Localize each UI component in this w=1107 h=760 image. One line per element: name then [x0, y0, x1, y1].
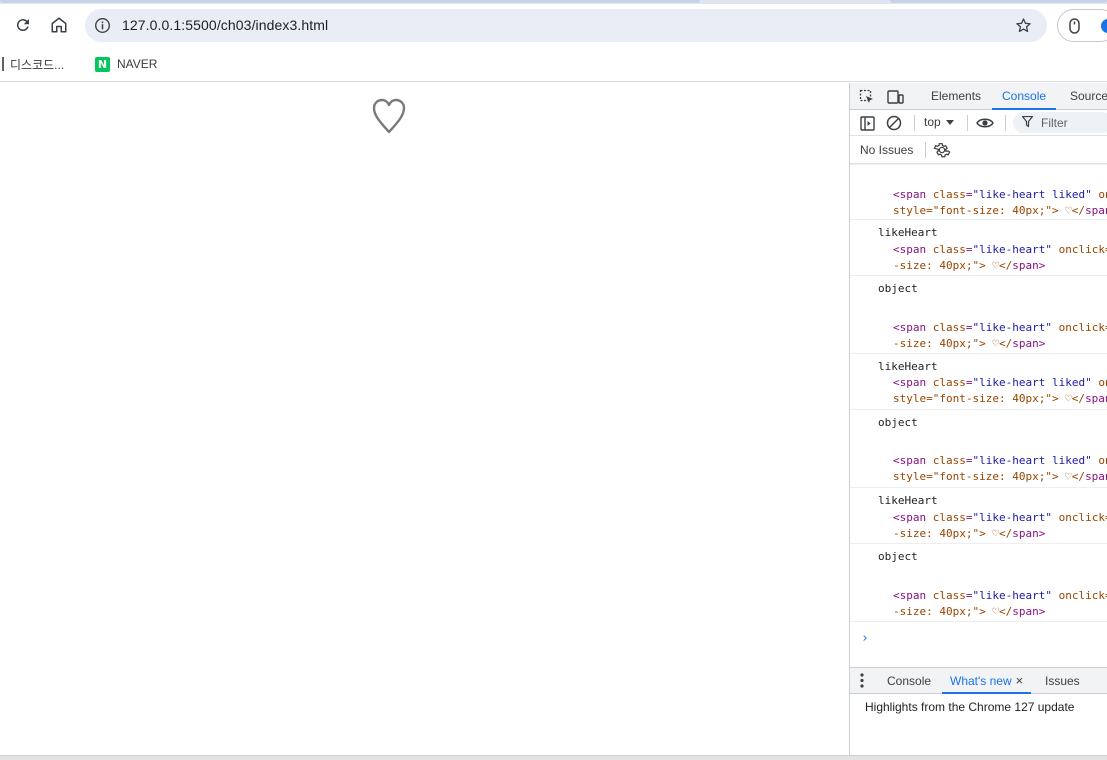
naver-logo-icon: N	[95, 56, 110, 72]
drawer-tabbar: Console What's new × Issues	[850, 667, 1107, 694]
console-entry[interactable]: <span class="like-heart liked" oncli sty…	[850, 164, 1107, 220]
element-preview-line[interactable]: <span class="like-heart" onclick="li	[893, 589, 1107, 602]
element-preview-line[interactable]: style="font-size: 40px;"> ♡</span>	[893, 204, 1107, 217]
log-message: likeHeart	[878, 494, 938, 507]
tab-console[interactable]: Console	[992, 83, 1057, 110]
toolbar-divider	[967, 115, 968, 131]
clear-console-icon[interactable]	[885, 114, 903, 132]
issues-bar: No Issues	[850, 136, 1107, 164]
console-prompt[interactable]: ›	[861, 631, 869, 646]
drawer-tab-issues[interactable]: Issues	[1037, 668, 1088, 694]
console-entry[interactable]: object <span class="like-heart" onclick=…	[850, 544, 1107, 622]
active-tab-edge[interactable]	[0, 0, 700, 3]
site-info-icon[interactable]	[93, 16, 112, 35]
console-entry[interactable]: likeHeart <span class="like-heart" oncli…	[850, 488, 1107, 544]
devtools-tabbar: Elements Console Source	[850, 83, 1107, 110]
like-heart[interactable]: ♡	[371, 97, 407, 135]
devtools-panel: Elements Console Source top Filter No Is…	[849, 83, 1107, 755]
element-preview-line[interactable]: <span class="like-heart" onclick="li	[893, 243, 1107, 256]
extension-area[interactable]	[1057, 9, 1107, 42]
bookmark-discord[interactable]: 디스코드...	[0, 54, 64, 74]
reload-icon	[16, 19, 29, 32]
element-preview-line[interactable]: <span class="like-heart" onclick="li	[893, 321, 1107, 334]
element-preview-line[interactable]: <span class="like-heart liked" oncli	[893, 454, 1107, 467]
drawer-tab-whats-new[interactable]: What's new ×	[942, 668, 1032, 694]
log-message: object	[878, 550, 918, 563]
element-preview-line[interactable]: style="font-size: 40px;"> ♡</span>	[893, 470, 1107, 483]
inspect-element-icon[interactable]	[858, 88, 876, 106]
heart-glyph: ♡	[371, 135, 372, 136]
element-preview-line[interactable]: -size: 40px;"> ♡</span>	[893, 337, 1045, 350]
console-entry[interactable]: object <span class="like-heart" onclick=…	[850, 276, 1107, 354]
home-icon	[51, 17, 67, 33]
home-button[interactable]	[45, 11, 73, 39]
toolbar-divider	[1005, 115, 1006, 131]
bookmark-favicon	[0, 57, 4, 71]
context-label: top	[924, 115, 941, 129]
whats-new-panel: Highlights from the Chrome 127 update	[850, 694, 1107, 755]
element-preview-line[interactable]: <span class="like-heart liked" oncli	[893, 376, 1107, 389]
log-message: object	[878, 416, 918, 429]
more-options-icon[interactable]	[860, 673, 864, 688]
page-viewport: ♡	[0, 83, 849, 755]
window-bottom-edge	[0, 755, 1107, 760]
element-preview-line[interactable]: <span class="like-heart" onclick="li	[893, 511, 1107, 524]
heart-icon	[372, 98, 406, 134]
drawer-tab-console[interactable]: Console	[879, 668, 939, 694]
tab-elements[interactable]: Elements	[921, 83, 991, 110]
log-message: likeHeart	[878, 226, 938, 239]
show-sidebar-icon[interactable]	[858, 114, 876, 132]
reload-button[interactable]	[9, 11, 37, 39]
device-toolbar-icon[interactable]	[886, 88, 904, 106]
address-bar[interactable]: 127.0.0.1:5500/ch03/index3.html	[85, 9, 1047, 42]
live-expression-eye-icon[interactable]	[976, 114, 994, 132]
issues-count-text[interactable]: No Issues	[860, 143, 913, 157]
element-preview-line[interactable]: -size: 40px;"> ♡</span>	[893, 527, 1045, 540]
url-text[interactable]: 127.0.0.1:5500/ch03/index3.html	[122, 17, 328, 33]
toolbar-divider	[914, 115, 915, 131]
filter-placeholder: Filter	[1041, 116, 1068, 130]
bookmark-naver[interactable]: N NAVER	[95, 54, 157, 74]
console-settings-gear-icon[interactable]	[933, 141, 951, 159]
tab-sources[interactable]: Source	[1060, 83, 1107, 110]
dropdown-arrow-icon	[945, 119, 954, 125]
console-toolbar: top Filter	[850, 110, 1107, 136]
drawer-tab-label: What's new	[950, 674, 1012, 688]
bookmark-label: NAVER	[117, 57, 158, 71]
context-selector[interactable]: top	[924, 115, 954, 129]
bookmarks-bar: 디스코드... N NAVER	[0, 46, 1107, 82]
console-entry[interactable]: likeHeart <span class="like-heart liked"…	[850, 354, 1107, 410]
mouse-icon[interactable]	[1069, 18, 1080, 34]
console-log[interactable]: <span class="like-heart liked" oncli sty…	[850, 164, 1107, 667]
log-message: object	[878, 282, 918, 295]
filter-funnel-icon	[1022, 116, 1033, 128]
close-icon[interactable]: ×	[1016, 673, 1024, 688]
console-entry[interactable]: likeHeart <span class="like-heart" oncli…	[850, 220, 1107, 276]
log-message: likeHeart	[878, 360, 938, 373]
element-preview-line[interactable]: style="font-size: 40px;"> ♡</span>	[893, 392, 1107, 405]
whats-new-heading: Highlights from the Chrome 127 update	[865, 700, 1075, 714]
bookmark-star-icon[interactable]	[1014, 16, 1033, 35]
toolbar-divider	[925, 142, 926, 158]
console-entry[interactable]: object <span class="like-heart liked" on…	[850, 410, 1107, 488]
browser-toolbar: 127.0.0.1:5500/ch03/index3.html	[0, 4, 1107, 46]
inactive-tab-edge[interactable]	[890, 0, 1107, 3]
profile-avatar[interactable]	[1101, 19, 1107, 33]
console-filter-input[interactable]: Filter	[1013, 112, 1107, 133]
element-preview-line[interactable]: <span class="like-heart liked" oncli	[893, 188, 1107, 201]
bookmark-label: 디스코드...	[10, 57, 65, 72]
element-preview-line[interactable]: -size: 40px;"> ♡</span>	[893, 259, 1045, 272]
element-preview-line[interactable]: -size: 40px;"> ♡</span>	[893, 605, 1045, 618]
